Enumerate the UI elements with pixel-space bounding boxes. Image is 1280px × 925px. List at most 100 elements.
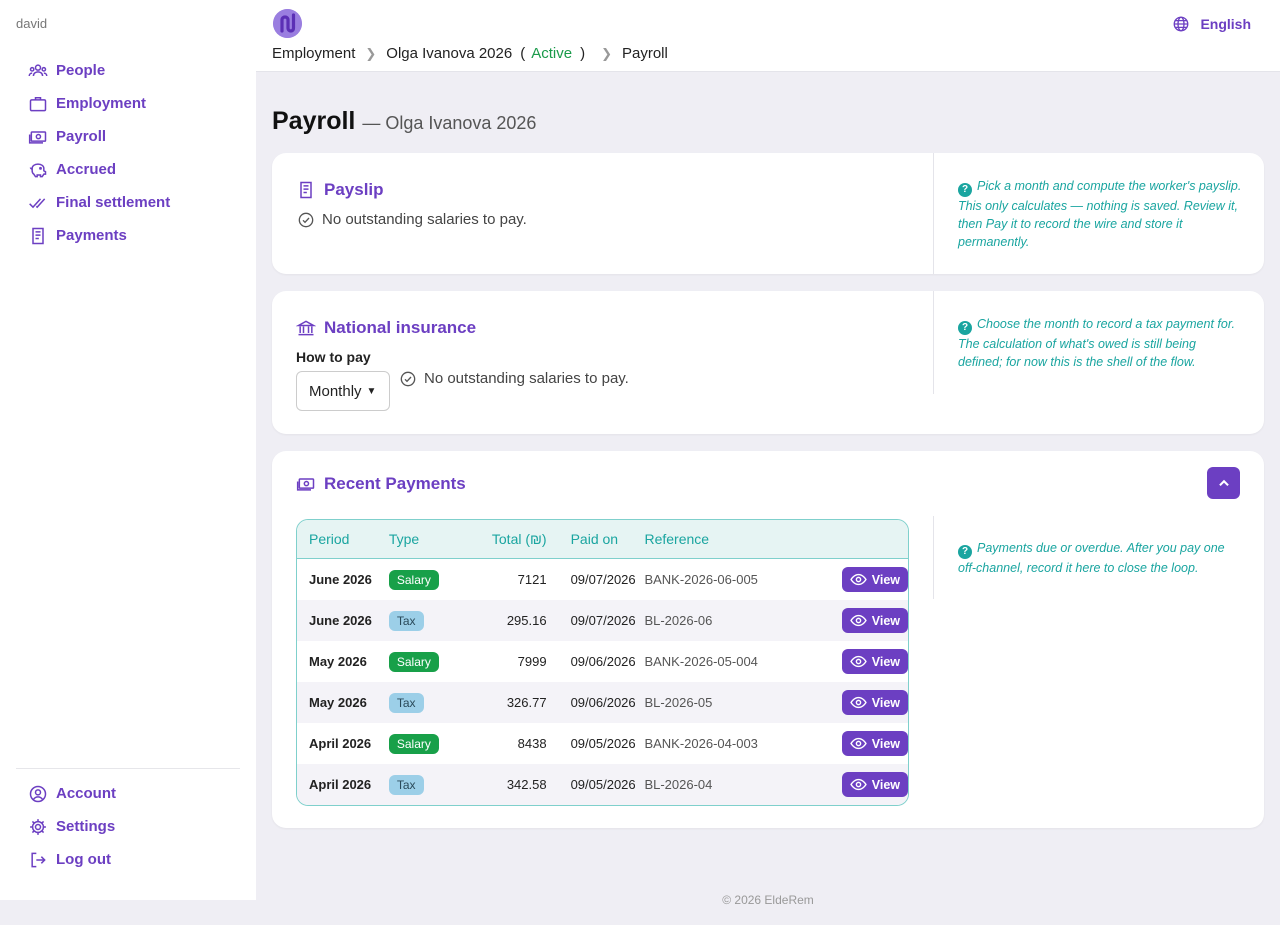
view-label: View — [871, 572, 900, 587]
cell-reference: BL-2026-05 — [644, 695, 713, 710]
type-badge: Tax — [388, 692, 424, 713]
breadcrumb-employment[interactable]: Employment — [272, 45, 355, 62]
sidebar-item-label: Payments — [56, 227, 127, 244]
money-icon — [296, 478, 315, 491]
view-button[interactable]: View — [841, 608, 908, 633]
column-total[interactable]: Total (₪) — [469, 531, 547, 547]
cell-actions: View — [801, 649, 908, 674]
people-icon — [28, 63, 48, 76]
eye-icon — [849, 655, 867, 668]
national-insurance-title: National insurance — [296, 318, 476, 338]
view-button[interactable]: View — [841, 567, 908, 592]
language-selector[interactable]: English — [1172, 15, 1251, 33]
payslip-card: Payslip No outstanding salaries to pay. … — [272, 153, 1264, 274]
recent-payments-title: Recent Payments — [296, 474, 466, 494]
view-label: View — [871, 736, 900, 751]
sidebar-item-payments[interactable]: Payments — [28, 219, 170, 252]
view-button[interactable]: View — [841, 772, 908, 797]
chevron-right-icon: ❯ — [365, 45, 377, 61]
recent-payments-help-text: Payments due or overdue. After you pay o… — [958, 541, 1225, 575]
cell-total: 295.16 — [506, 613, 547, 628]
cell-period: June 2026 — [309, 572, 372, 587]
sidebar-item-people[interactable]: People — [28, 54, 170, 87]
sidebar-item-label: Account — [56, 785, 116, 802]
cell-total: 7121 — [517, 572, 547, 587]
frequency-select[interactable]: Monthly ▼ — [296, 371, 390, 411]
language-label: English — [1200, 16, 1251, 32]
cell-type: Salary — [388, 733, 469, 754]
cell-paid-on: 09/05/2026 — [570, 736, 636, 751]
how-to-pay-label: How to pay — [296, 349, 371, 365]
table-row: April 2026 Salary 8438 09/05/2026 BANK-2026-… — [297, 723, 908, 764]
cell-period: June 2026 — [309, 613, 372, 628]
type-badge: Salary — [388, 651, 439, 672]
footer: © 2026 EldeRem — [722, 893, 814, 907]
cell-total: 342.58 — [506, 777, 547, 792]
globe-icon — [1174, 16, 1189, 32]
sidebar-item-accrued[interactable]: Accrued — [28, 153, 170, 186]
table-row: April 2026 Tax 342.58 09/05/2026 BL-2026-04 V… — [297, 764, 908, 805]
card-divider — [933, 291, 934, 394]
sidebar-item-label: People — [56, 62, 106, 79]
cell-total: 8438 — [517, 736, 547, 751]
type-badge: Tax — [388, 774, 424, 795]
breadcrumb-contract[interactable]: Olga Ivanova 2026 — [386, 45, 512, 62]
sidebar-item-logout[interactable]: Log out — [28, 843, 116, 876]
payslip-status-text: No outstanding salaries to pay. — [322, 211, 527, 228]
type-badge: Tax — [388, 610, 424, 631]
cell-type: Tax — [388, 774, 469, 795]
collapse-button[interactable] — [1207, 467, 1240, 499]
sidebar-item-final-settlement[interactable]: Final settlement — [28, 186, 170, 219]
national-insurance-title-text: National insurance — [324, 318, 477, 337]
payslip-title-text: Payslip — [324, 180, 384, 199]
piggy-bank-icon — [29, 162, 47, 177]
cell-actions: View — [801, 567, 908, 592]
recent-payments-title-text: Recent Payments — [324, 474, 466, 493]
contract-status: Active — [531, 45, 573, 62]
sidebar-item-settings[interactable]: Settings — [28, 810, 116, 843]
cell-actions: View — [801, 690, 908, 715]
cell-period: May 2026 — [309, 695, 367, 710]
receipt-icon — [300, 181, 312, 199]
cell-paid-on: 09/06/2026 — [570, 695, 636, 710]
cell-reference: BANK-2026-04-003 — [644, 736, 758, 751]
view-button[interactable]: View — [841, 731, 908, 756]
question-icon: ? — [958, 183, 972, 197]
sidebar-item-account[interactable]: Account — [28, 777, 116, 810]
eye-icon — [849, 696, 867, 709]
sidebar-divider — [16, 768, 240, 769]
sidebar: david People Employment Payroll Accrued … — [0, 0, 256, 900]
table-row: June 2026 Tax 295.16 09/07/2026 BL-2026-06 Vi… — [297, 600, 908, 641]
table-row: May 2026 Tax 326.77 09/06/2026 BL-2026-05 Vie… — [297, 682, 908, 723]
account-nav: Account Settings Log out — [28, 777, 116, 876]
briefcase-icon — [29, 96, 47, 111]
column-period[interactable]: Period — [297, 531, 389, 547]
view-label: View — [871, 777, 900, 792]
eye-icon — [849, 778, 867, 791]
sidebar-item-payroll[interactable]: Payroll — [28, 120, 170, 153]
app-logo[interactable] — [273, 9, 302, 38]
recent-payments-help: ? Payments due or overdue. After you pay … — [958, 539, 1242, 577]
national-insurance-status: No outstanding salaries to pay. — [400, 370, 629, 387]
main-nav: People Employment Payroll Accrued Final … — [28, 54, 170, 252]
column-type[interactable]: Type — [389, 531, 469, 547]
view-button[interactable]: View — [841, 649, 908, 674]
cell-reference: BL-2026-06 — [644, 613, 713, 628]
page-title-text: Payroll — [272, 107, 356, 135]
logo-icon — [273, 9, 302, 38]
column-reference[interactable]: Reference — [644, 531, 801, 547]
double-check-icon — [29, 197, 46, 208]
sidebar-item-employment[interactable]: Employment — [28, 87, 170, 120]
user-circle-icon — [29, 785, 47, 802]
type-badge: Salary — [388, 569, 439, 590]
cell-actions: View — [801, 608, 908, 633]
eye-icon — [849, 614, 867, 627]
cell-period: May 2026 — [309, 654, 367, 669]
eye-icon — [849, 737, 867, 750]
cell-actions: View — [801, 731, 908, 756]
column-paid-on[interactable]: Paid on — [547, 531, 645, 547]
cell-type: Salary — [388, 569, 469, 590]
eye-icon — [849, 573, 867, 586]
cell-reference: BL-2026-04 — [644, 777, 713, 792]
view-button[interactable]: View — [841, 690, 908, 715]
